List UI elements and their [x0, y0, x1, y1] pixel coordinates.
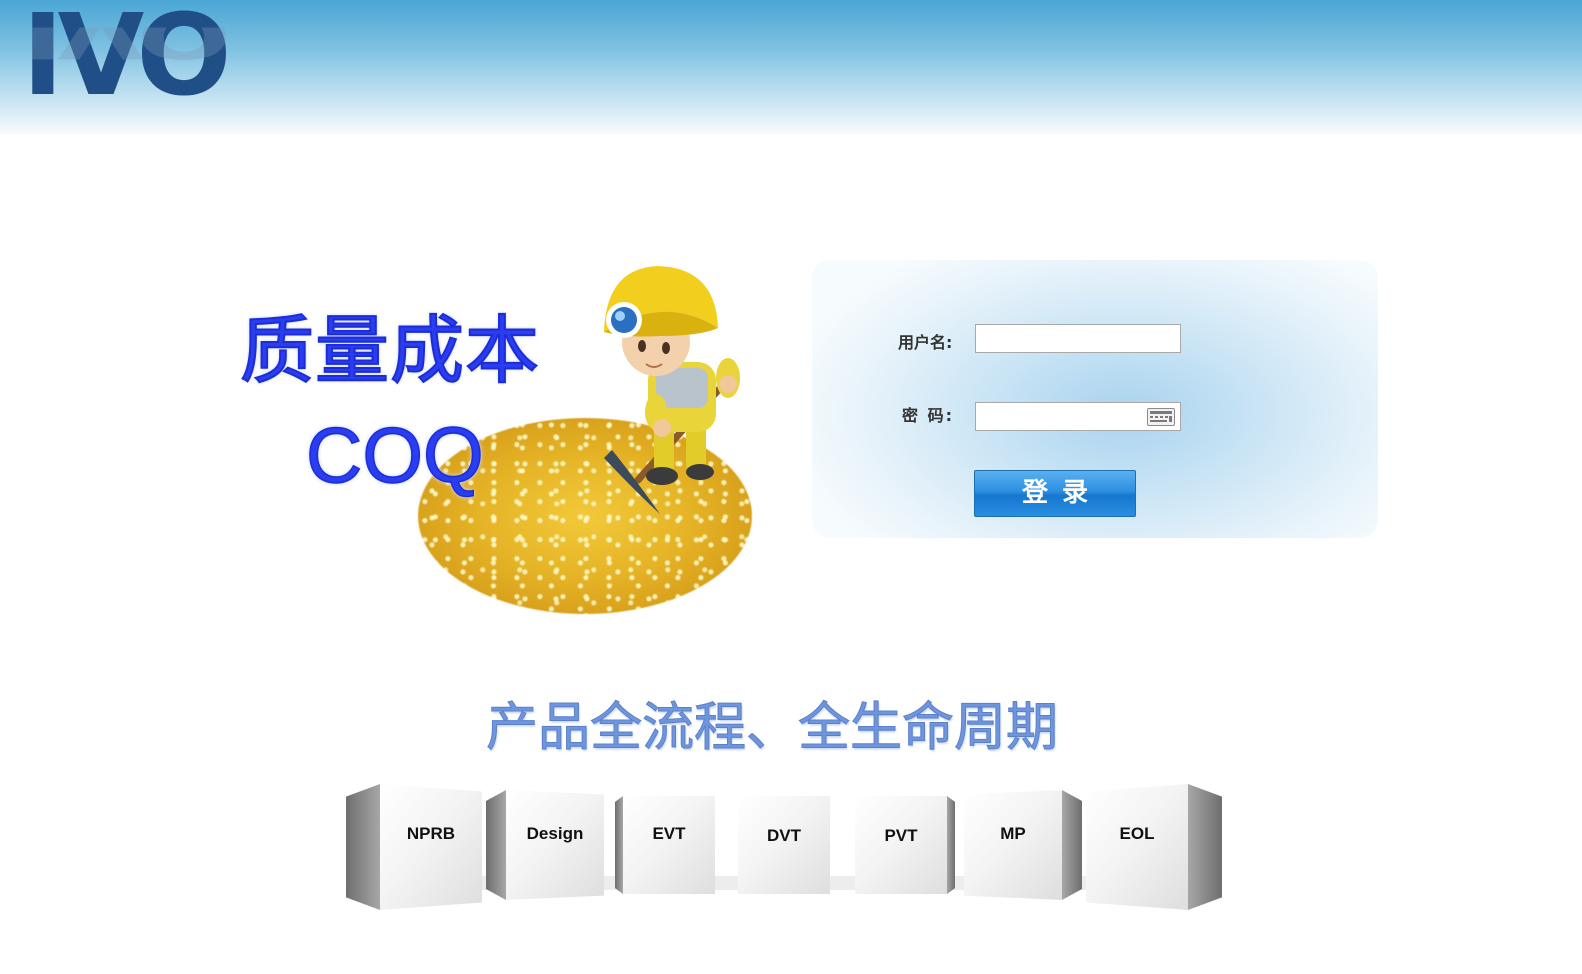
cube-face	[1086, 784, 1188, 910]
login-button[interactable]: 登录	[974, 470, 1136, 517]
cube-side	[346, 784, 380, 910]
soft-keyboard-icon[interactable]	[1147, 408, 1175, 426]
stage-cube-dvt: DVT	[738, 796, 830, 894]
stage-label: NPRB	[406, 824, 456, 843]
logo-reflection: IVO	[22, 27, 226, 67]
stage-label: DVT	[767, 826, 801, 845]
cube-face	[380, 784, 482, 910]
app-title-chinese: 质量成本	[239, 308, 540, 394]
cube-face	[623, 796, 715, 894]
lifecycle-slogan: 产品全流程、全生命周期	[485, 698, 1059, 758]
password-label: 密 码:	[902, 406, 954, 425]
username-input[interactable]	[975, 324, 1181, 353]
ivo-logo: IVO IVO	[22, 0, 262, 131]
cube-side	[947, 796, 955, 894]
miner-mascot-icon	[604, 266, 740, 514]
cube-face	[964, 790, 1062, 900]
stage-label: PVT	[884, 826, 918, 845]
stage-cube-nprb: NPRB	[346, 784, 482, 910]
stage-cube-eol: EOL	[1086, 784, 1222, 910]
login-page: IVO IVO 质量成本 COQ 用户名: 密 码: 登录 产品全流程、全生命周…	[0, 0, 1582, 974]
cube-face	[506, 790, 604, 900]
stage-label: EOL	[1119, 824, 1155, 843]
stage-cube-design: Design	[486, 790, 604, 900]
cube-side	[615, 796, 623, 894]
stage-label: MP	[1000, 824, 1026, 843]
header-banner: IVO IVO	[0, 0, 1582, 134]
cube-side	[1062, 790, 1082, 900]
stage-label: Design	[526, 824, 584, 843]
cube-side	[1188, 784, 1222, 910]
username-label: 用户名:	[898, 333, 953, 352]
cube-side	[486, 790, 506, 900]
app-title-english: COQ	[305, 411, 484, 499]
stage-cube-mp: MP	[964, 790, 1082, 900]
stage-cube-pvt: PVT	[855, 796, 955, 894]
stage-label: EVT	[652, 824, 686, 843]
stage-cube-evt: EVT	[615, 796, 715, 894]
